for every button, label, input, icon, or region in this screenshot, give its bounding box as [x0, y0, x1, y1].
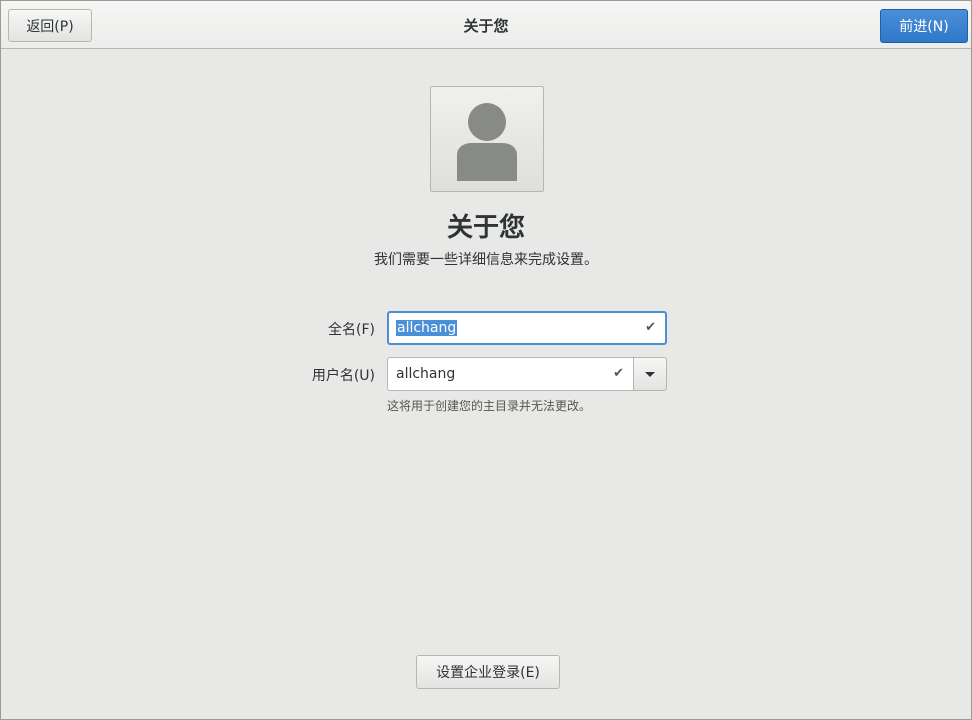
page-title: 关于您: [446, 213, 525, 243]
username-hint: 这将用于创建您的主目录并无法更改。: [387, 399, 592, 413]
fullname-value: allchang: [396, 320, 458, 336]
next-button[interactable]: 前进(N): [880, 9, 968, 43]
fullname-input[interactable]: allchang ✔: [387, 311, 667, 345]
fullname-selection: allchang: [396, 320, 458, 336]
header-bar: 返回(P) 关于您 前进(N): [1, 1, 971, 49]
chevron-down-icon: [645, 372, 655, 377]
header-title: 关于您: [463, 17, 509, 35]
username-dropdown-button[interactable]: [633, 357, 667, 391]
check-icon: ✔: [645, 320, 656, 335]
window: 返回(P) 关于您 前进(N) 关于您 我们需要一些详细信息来完成设置。 全名(…: [0, 0, 972, 720]
username-value: allchang: [396, 366, 456, 382]
username-label: 用户名(U): [311, 368, 375, 384]
enterprise-login-button[interactable]: 设置企业登录(E): [416, 655, 560, 689]
page-subtitle: 我们需要一些详细信息来完成设置。: [374, 252, 598, 268]
username-input[interactable]: allchang ✔: [387, 357, 634, 391]
fullname-label: 全名(F): [328, 322, 375, 338]
avatar-button[interactable]: [430, 86, 544, 192]
avatar-icon: [457, 103, 517, 181]
check-icon: ✔: [613, 366, 624, 381]
